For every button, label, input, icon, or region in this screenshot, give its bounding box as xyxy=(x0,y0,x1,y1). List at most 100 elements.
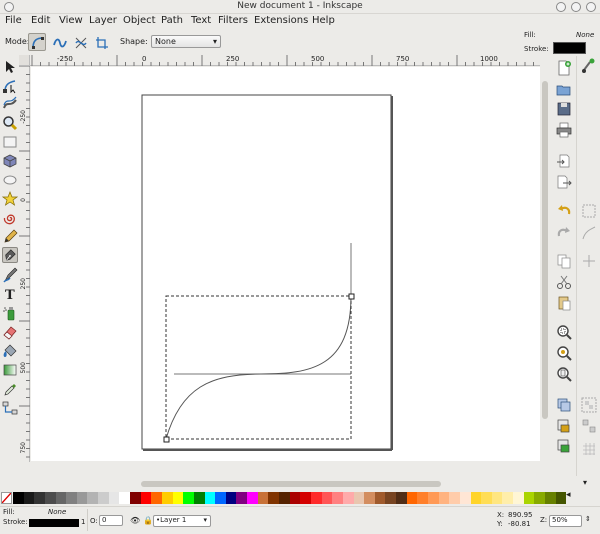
gradient-tool-icon[interactable] xyxy=(2,362,18,378)
close-button[interactable] xyxy=(586,2,596,12)
snap-nodes-icon[interactable] xyxy=(580,225,598,241)
palette-menu-icon[interactable]: ▾ xyxy=(583,478,587,487)
color-swatch[interactable] xyxy=(417,492,428,504)
color-swatch[interactable] xyxy=(406,492,418,504)
color-swatch[interactable] xyxy=(151,492,162,504)
color-swatch[interactable] xyxy=(385,492,397,504)
color-swatch[interactable] xyxy=(321,492,333,504)
connector-tool-icon[interactable] xyxy=(2,400,18,416)
duplicate-icon[interactable] xyxy=(555,397,573,413)
zoom-spinner[interactable]: 50% xyxy=(549,515,582,527)
menu-file[interactable]: File xyxy=(5,15,22,26)
color-swatch[interactable] xyxy=(289,492,301,504)
color-swatch[interactable] xyxy=(13,492,24,504)
spiro-mode-button[interactable] xyxy=(50,33,68,51)
snap-guides-icon[interactable] xyxy=(580,253,598,269)
color-swatch[interactable] xyxy=(310,492,322,504)
3d-box-tool-icon[interactable] xyxy=(2,153,18,169)
path-node-handle[interactable] xyxy=(163,436,170,443)
selector-tool-icon[interactable] xyxy=(2,59,18,75)
menu-edit[interactable]: Edit xyxy=(31,15,50,26)
snap-grid-icon[interactable] xyxy=(580,441,598,457)
color-swatch[interactable] xyxy=(534,492,546,504)
print-icon[interactable] xyxy=(555,122,573,138)
color-swatch[interactable] xyxy=(481,492,492,504)
color-swatch[interactable] xyxy=(502,492,514,504)
color-swatch[interactable] xyxy=(470,492,482,504)
shape-select[interactable]: None ▾ xyxy=(151,35,221,48)
clone-icon[interactable] xyxy=(555,418,573,434)
color-swatch[interactable] xyxy=(545,492,556,504)
no-paint-swatch[interactable] xyxy=(1,492,12,504)
vertical-scrollbar[interactable] xyxy=(540,67,550,461)
maximize-button[interactable] xyxy=(571,2,581,12)
layer-select[interactable]: •Layer 1 ▾ xyxy=(153,515,211,527)
star-tool-icon[interactable] xyxy=(2,191,18,207)
color-swatch[interactable] xyxy=(491,492,503,504)
minimize-button[interactable] xyxy=(556,2,566,12)
menu-path[interactable]: Path xyxy=(161,15,183,26)
pen-tool-button[interactable] xyxy=(2,247,18,263)
stroke-swatch[interactable] xyxy=(553,42,586,54)
color-swatch[interactable] xyxy=(225,492,237,504)
vertical-scroll-thumb[interactable] xyxy=(542,81,548,419)
horizontal-scroll-thumb[interactable] xyxy=(141,481,441,487)
snap-bbox-icon[interactable] xyxy=(580,203,598,219)
color-swatch[interactable] xyxy=(247,492,258,504)
group-icon[interactable] xyxy=(580,397,598,413)
undo-icon[interactable] xyxy=(555,203,573,219)
color-swatch[interactable] xyxy=(76,492,88,504)
calligraphy-tool-icon[interactable] xyxy=(2,267,18,283)
color-swatch[interactable] xyxy=(119,492,131,504)
spray-tool-icon[interactable] xyxy=(2,305,18,321)
color-swatch[interactable] xyxy=(183,492,194,504)
paint-bucket-tool-icon[interactable] xyxy=(2,343,18,359)
paste-icon[interactable] xyxy=(555,295,573,311)
save-document-icon[interactable] xyxy=(555,101,573,117)
color-swatch[interactable] xyxy=(34,492,45,504)
pencil-tool-icon[interactable] xyxy=(2,229,18,245)
menu-extensions[interactable]: Extensions xyxy=(254,15,308,26)
color-swatch[interactable] xyxy=(172,492,184,504)
color-swatch[interactable] xyxy=(161,492,173,504)
color-swatch[interactable] xyxy=(364,492,375,504)
palette-scroll-icon[interactable]: ◂ xyxy=(566,490,571,500)
color-swatch[interactable] xyxy=(268,492,280,504)
horizontal-ruler[interactable]: -250 0 250 500 750 1000 xyxy=(30,55,540,66)
menu-help[interactable]: Help xyxy=(312,15,335,26)
color-swatch[interactable] xyxy=(193,492,205,504)
color-swatch[interactable] xyxy=(513,492,524,504)
copy-icon[interactable] xyxy=(555,253,573,269)
color-swatch[interactable] xyxy=(449,492,460,504)
rectangle-tool-icon[interactable] xyxy=(2,134,18,150)
color-swatch[interactable] xyxy=(66,492,77,504)
menu-view[interactable]: View xyxy=(59,15,83,26)
color-swatch[interactable] xyxy=(44,492,56,504)
lock-icon[interactable]: 🔒 xyxy=(143,516,153,525)
color-swatch[interactable] xyxy=(236,492,248,504)
open-document-icon[interactable] xyxy=(555,82,573,98)
drawing-canvas[interactable] xyxy=(31,67,540,461)
opacity-spinner[interactable]: 0 xyxy=(99,515,123,526)
color-swatch[interactable] xyxy=(523,492,535,504)
menu-layer[interactable]: Layer xyxy=(89,15,117,26)
color-swatch[interactable] xyxy=(130,492,141,504)
zoom-drawing-icon[interactable] xyxy=(555,345,573,361)
color-swatch[interactable] xyxy=(427,492,439,504)
bezier-mode-button[interactable] xyxy=(28,33,46,51)
spiral-tool-icon[interactable] xyxy=(2,210,18,226)
tweak-tool-icon[interactable] xyxy=(2,96,18,112)
status-stroke-swatch[interactable] xyxy=(29,519,79,527)
color-swatch[interactable] xyxy=(23,492,35,504)
menu-filters[interactable]: Filters xyxy=(218,15,248,26)
redo-icon[interactable] xyxy=(555,225,573,241)
color-swatch[interactable] xyxy=(55,492,67,504)
zoom-stepper-icon[interactable]: ⇕ xyxy=(585,515,591,523)
eraser-tool-icon[interactable] xyxy=(2,324,18,340)
color-swatch[interactable] xyxy=(279,492,290,504)
color-swatch[interactable] xyxy=(215,492,226,504)
ellipse-tool-icon[interactable] xyxy=(2,172,18,188)
snap-toggle-icon[interactable] xyxy=(580,58,598,74)
color-swatch[interactable] xyxy=(396,492,407,504)
color-swatch[interactable] xyxy=(353,492,365,504)
